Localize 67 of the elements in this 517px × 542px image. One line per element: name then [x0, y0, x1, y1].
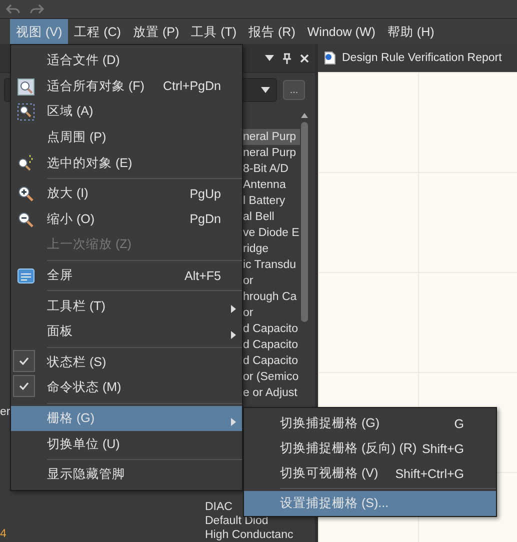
menu-label: 点周围 (P) [47, 129, 106, 146]
list-item[interactable]: High Conductanc [205, 528, 300, 542]
menu-label: 区域 (A) [47, 103, 94, 120]
menu-item[interactable]: 缩小 (O) PgDn [11, 206, 242, 232]
menu-label: 切换可视栅格 (V) [280, 465, 378, 482]
checkbox[interactable] [13, 375, 35, 398]
menu-label: 栅格 (G) [47, 410, 95, 428]
menu-label: 适合文件 (D) [47, 52, 120, 70]
menu-item[interactable]: 切换可视栅格 (V) Shift+Ctrl+G [244, 461, 496, 486]
menu-item[interactable]: 命令状态 (M) [11, 375, 242, 401]
caret-icon [261, 87, 270, 93]
menu-item[interactable]: 工具栏 (T) [11, 293, 242, 319]
menu-item[interactable]: 切换单位 (U) [11, 431, 242, 457]
menu-label: 放大 (I) [47, 185, 88, 202]
menu-label: 工具栏 (T) [47, 298, 106, 315]
menu-item[interactable]: 适合所有对象 (F) Ctrl+PgDn [11, 74, 242, 100]
menu-item[interactable]: 切换捕捉栅格 (G) G [244, 411, 496, 436]
magnifier-icon [17, 154, 35, 172]
screen-icon [17, 268, 35, 284]
menu-label: 命令状态 (M) [47, 379, 122, 396]
shortcut-text: G [454, 416, 464, 430]
shortcut-text: Alt+F5 [184, 268, 221, 283]
zoom-out-icon [17, 210, 35, 229]
magnifier-icon [17, 78, 35, 96]
checkbox[interactable] [13, 350, 35, 372]
menu-item[interactable]: 报告 (R) [242, 18, 302, 44]
close-icon[interactable] [300, 54, 309, 62]
menu-label: 上一次缩放 (Z) [47, 236, 132, 254]
shortcut-text: PgDn [190, 212, 221, 226]
shortcut-text: Shift+Ctrl+G [395, 466, 464, 480]
zoom-area-icon [17, 103, 35, 122]
menu-item[interactable]: 状态栏 (S) [11, 350, 242, 376]
menu-item[interactable]: 切换捕捉栅格 (反向) (R) Shift+G [244, 436, 496, 461]
menu-label: 面板 [47, 323, 73, 340]
menu-item[interactable]: 帮助 (H) [381, 18, 440, 44]
menu-item[interactable]: 区域 (A) [11, 99, 242, 125]
pin-icon[interactable] [283, 52, 291, 64]
zoom-in-icon [17, 184, 35, 203]
shortcut-text: PgUp [190, 186, 221, 201]
menu-item[interactable]: 适合文件 (D) [11, 48, 242, 74]
menu-label: 切换捕捉栅格 (反向) (R) [280, 440, 417, 457]
menu-item[interactable]: 选中的对象 (E) [11, 150, 242, 176]
menu-label: 适合所有对象 (F) [47, 78, 144, 95]
menu-label: 状态栏 (S) [47, 354, 106, 371]
panel-text: er [0, 406, 10, 418]
dropdown-icon[interactable] [265, 55, 274, 61]
menu-label: 切换捕捉栅格 (G) [280, 415, 380, 432]
menu-item[interactable]: 工程 (C) [68, 18, 127, 44]
menu-label: 选中的对象 (E) [47, 154, 132, 172]
menu-label: 缩小 (O) [47, 210, 95, 228]
browse-button[interactable]: ... [283, 80, 305, 100]
menu-label: 全屏 [47, 267, 73, 284]
menu-item[interactable]: 显示隐藏管脚 [11, 462, 242, 488]
menu-label: 显示隐藏管脚 [47, 466, 125, 484]
menu-item[interactable]: 放大 (I) PgUp [11, 180, 242, 207]
menu-item[interactable]: 放置 (P) [126, 18, 186, 44]
scroll-up-icon[interactable] [301, 113, 308, 118]
menu-label: 设置捕捉栅格 (S)... [280, 495, 389, 512]
shortcut-text: Ctrl+PgDn [162, 79, 221, 94]
menu-item[interactable]: 工具 (T) [185, 18, 243, 44]
menu-item[interactable]: 全屏 Alt+F5 [11, 262, 242, 288]
menu-item[interactable]: Window (W) [301, 18, 382, 44]
document-icon [324, 51, 336, 65]
menu-label: 切换单位 (U) [47, 436, 120, 453]
panel-text: 4 [0, 528, 6, 540]
menu-item[interactable]: 面板 [11, 318, 242, 345]
shortcut-text: Shift+G [422, 442, 464, 456]
